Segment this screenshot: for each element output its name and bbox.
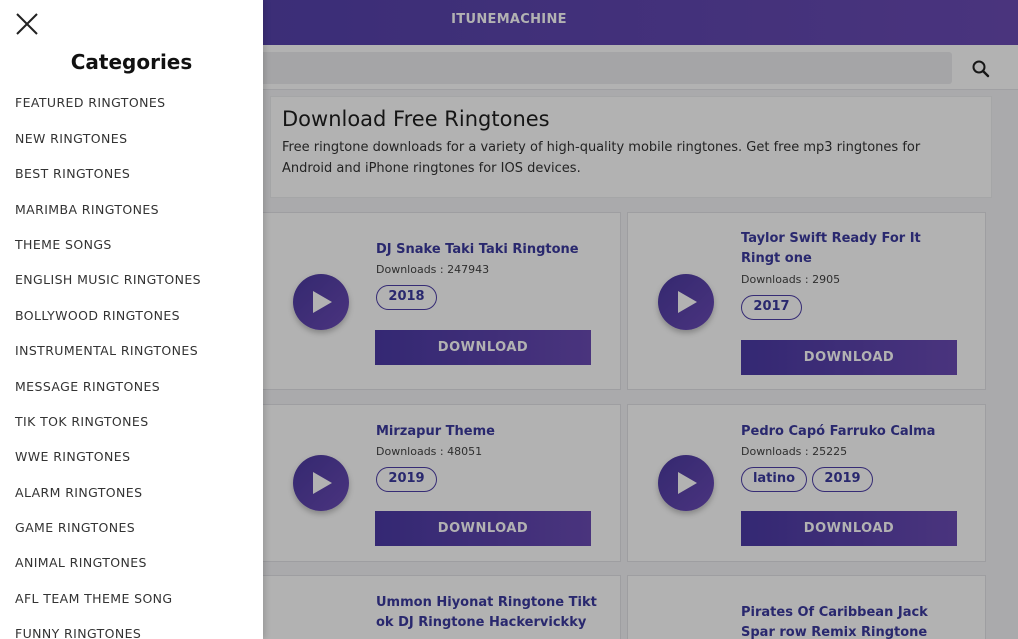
category-bollywood-ringtones[interactable]: BOLLYWOOD RINGTONES xyxy=(15,308,180,323)
category-english-music-ringtones[interactable]: ENGLISH MUSIC RINGTONES xyxy=(15,272,201,287)
category-animal-ringtones[interactable]: ANIMAL RINGTONES xyxy=(15,555,147,570)
category-wwe-ringtones[interactable]: WWE RINGTONES xyxy=(15,449,130,464)
category-alarm-ringtones[interactable]: ALARM RINGTONES xyxy=(15,485,142,500)
category-message-ringtones[interactable]: MESSAGE RINGTONES xyxy=(15,379,160,394)
category-best-ringtones[interactable]: BEST RINGTONES xyxy=(15,166,130,181)
drawer-title: Categories xyxy=(70,50,193,74)
category-funny-ringtones[interactable]: FUNNY RINGTONES xyxy=(15,626,141,639)
category-tik-tok-ringtones[interactable]: TIK TOK RINGTONES xyxy=(15,414,149,429)
category-new-ringtones[interactable]: NEW RINGTONES xyxy=(15,131,127,146)
categories-drawer: Categories FEATURED RINGTONES NEW RINGTO… xyxy=(0,0,263,639)
category-marimba-ringtones[interactable]: MARIMBA RINGTONES xyxy=(15,202,159,217)
category-theme-songs[interactable]: THEME SONGS xyxy=(15,237,112,252)
category-game-ringtones[interactable]: GAME RINGTONES xyxy=(15,520,135,535)
category-instrumental-ringtones[interactable]: INSTRUMENTAL RINGTONES xyxy=(15,343,198,358)
category-afl-team-theme-song[interactable]: AFL TEAM THEME SONG xyxy=(15,591,173,606)
category-featured-ringtones[interactable]: FEATURED RINGTONES xyxy=(15,95,165,110)
close-icon[interactable] xyxy=(14,11,40,37)
